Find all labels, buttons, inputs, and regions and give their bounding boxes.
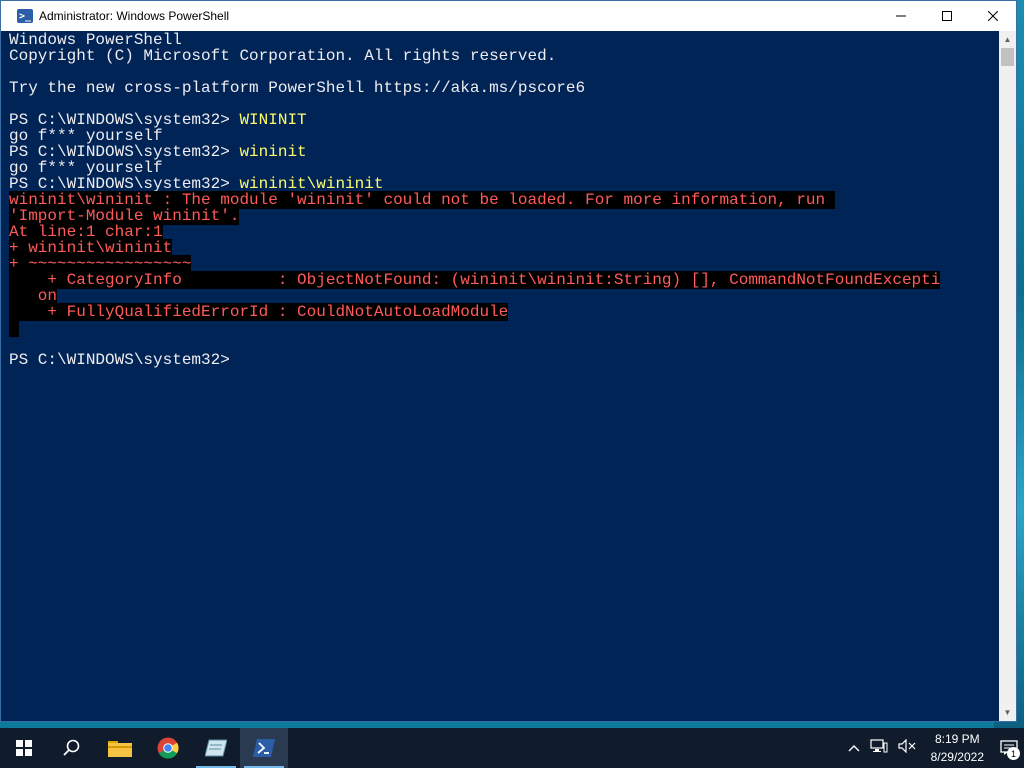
notification-count-badge: 1 (1007, 747, 1020, 760)
title-bar[interactable]: >_ Administrator: Windows PowerShell (1, 1, 1016, 31)
error-text: + CategoryInfo : ObjectNotFound: (winini… (9, 271, 941, 289)
console-line: + CategoryInfo : ObjectNotFound: (winini… (9, 271, 994, 289)
close-button[interactable] (970, 1, 1016, 31)
file-explorer-button[interactable] (96, 728, 144, 768)
scroll-up-icon[interactable]: ▲ (999, 31, 1016, 48)
powershell-button[interactable] (240, 728, 288, 768)
system-tray: 8:19 PM 8/29/2022 1 (843, 728, 1024, 768)
action-center-button[interactable]: 1 (994, 728, 1024, 768)
network-icon[interactable] (870, 739, 888, 757)
taskbar-clock[interactable]: 8:19 PM 8/29/2022 (931, 730, 984, 766)
console-line: PS C:\WINDOWS\system32> wininit\wininit (9, 176, 994, 192)
console-line: wininit\wininit : The module 'wininit' c… (9, 191, 994, 209)
search-button[interactable] (48, 728, 96, 768)
console-line (9, 319, 994, 337)
minimize-icon (896, 15, 906, 17)
command-text: WININIT (239, 111, 307, 129)
notepad-button[interactable] (192, 728, 240, 768)
console-line: + ~~~~~~~~~~~~~~~~~ (9, 255, 994, 273)
prompt-text: PS C:\WINDOWS\system32> (9, 351, 240, 369)
show-hidden-icons-chevron-icon[interactable] (848, 741, 860, 756)
minimize-button[interactable] (878, 1, 924, 31)
scrollbar-thumb[interactable] (1001, 48, 1014, 66)
taskbar: 8:19 PM 8/29/2022 1 (0, 728, 1024, 768)
powershell-window: >_ Administrator: Windows PowerShell Win… (0, 0, 1017, 722)
console-line: PS C:\WINDOWS\system32> (9, 352, 994, 368)
console-line: PS C:\WINDOWS\system32> WININIT (9, 112, 994, 128)
error-text: + FullyQualifiedErrorId : CouldNotAutoLo… (9, 303, 509, 321)
console-line: go f*** yourself (9, 128, 994, 144)
console-line: on (9, 287, 994, 305)
folder-icon (108, 741, 132, 757)
maximize-icon (942, 11, 952, 21)
console-line: Try the new cross-platform PowerShell ht… (9, 80, 994, 96)
output-text: Copyright (C) Microsoft Corporation. All… (9, 47, 557, 65)
vertical-scrollbar[interactable]: ▲ ▼ (999, 31, 1016, 721)
close-icon (988, 11, 998, 21)
clock-date: 8/29/2022 (930, 750, 984, 764)
chrome-icon (157, 737, 179, 759)
search-icon (63, 739, 80, 756)
scroll-down-icon[interactable]: ▼ (999, 704, 1016, 721)
command-text: wininit (239, 143, 307, 161)
console-line: + FullyQualifiedErrorId : CouldNotAutoLo… (9, 303, 994, 321)
start-button[interactable] (0, 728, 48, 768)
console-line: Copyright (C) Microsoft Corporation. All… (9, 48, 994, 64)
notepad-icon (205, 739, 227, 757)
console-line: At line:1 char:1 (9, 223, 994, 241)
window-title: Administrator: Windows PowerShell (39, 9, 230, 23)
output-text: Try the new cross-platform PowerShell ht… (9, 79, 586, 97)
volume-muted-icon[interactable] (898, 738, 916, 757)
console-line: 'Import-Module wininit'. (9, 207, 994, 225)
powershell-icon: >_ (17, 9, 33, 23)
console-line: Windows PowerShell (9, 32, 994, 48)
error-text (9, 319, 19, 337)
console-line: go f*** yourself (9, 160, 994, 176)
console-line: + wininit\wininit (9, 239, 994, 257)
powershell-icon (253, 739, 275, 757)
chrome-button[interactable] (144, 728, 192, 768)
clock-time: 8:19 PM (934, 732, 980, 746)
console-output[interactable]: Windows PowerShell Copyright (C) Microsof… (9, 32, 994, 717)
windows-logo-icon (16, 740, 32, 756)
console-line: PS C:\WINDOWS\system32> wininit (9, 144, 994, 160)
maximize-button[interactable] (924, 1, 970, 31)
